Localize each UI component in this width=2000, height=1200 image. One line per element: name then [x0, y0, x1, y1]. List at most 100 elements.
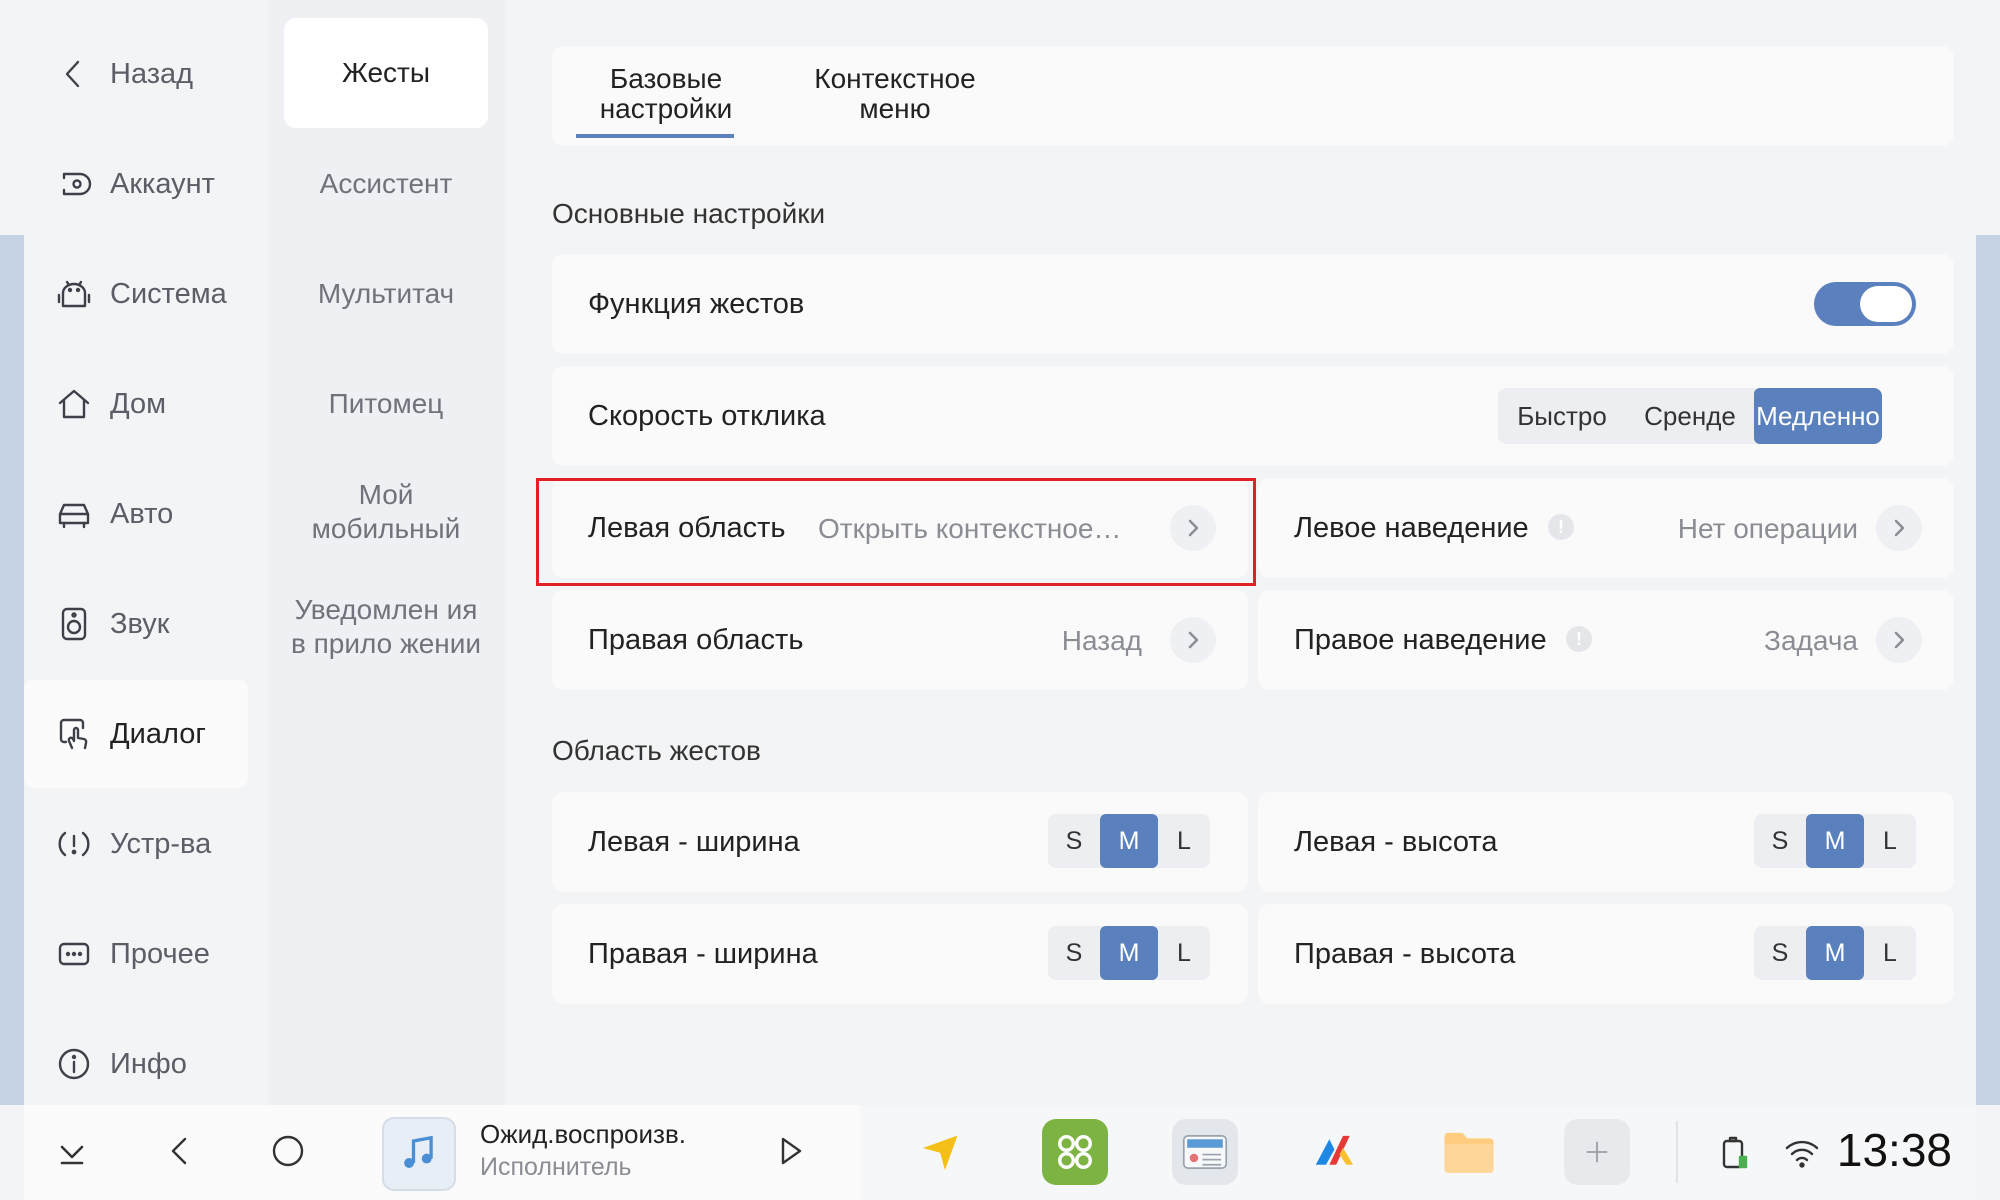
left-height-label: Левая - высота [1294, 826, 1498, 858]
nav-item-label: Дом [110, 387, 167, 420]
info-icon[interactable]: ! [1548, 514, 1574, 540]
triangle-back-icon [160, 1131, 200, 1176]
nav-item-system[interactable]: Система [24, 240, 248, 348]
right-height-label: Правая - высота [1294, 938, 1516, 970]
nav-home-button[interactable] [262, 1127, 314, 1179]
nav-back-button[interactable] [154, 1127, 206, 1179]
subnav-item-assistant[interactable]: Ассистент [284, 130, 488, 238]
response-speed-row: Скорость отклика Быстро Сренде Медленно [552, 366, 1954, 466]
back-button[interactable]: Назад [24, 20, 248, 128]
size-option-l[interactable]: L [1864, 926, 1916, 980]
right-height-size-selector: S M L [1754, 926, 1916, 980]
section-title-area: Область жестов [552, 735, 761, 766]
subnav-item-gestures[interactable]: Жесты [284, 18, 488, 128]
right-width-size-selector: S M L [1048, 926, 1210, 980]
touch-gesture-icon [54, 714, 94, 754]
size-option-m[interactable]: M [1806, 814, 1864, 868]
size-option-s[interactable]: S [1754, 926, 1806, 980]
back-label: Назад [110, 57, 194, 90]
right-width-label: Правая - ширина [588, 938, 818, 970]
size-option-l[interactable]: L [1158, 814, 1210, 868]
size-option-l[interactable]: L [1864, 814, 1916, 868]
nav-item-home[interactable]: Дом [24, 350, 248, 458]
subnav-item-my-mobile[interactable]: Мой мобильный [284, 470, 488, 554]
track-title: Ожид.воспроизв. [480, 1119, 686, 1149]
chevron-down-icon [52, 1131, 92, 1176]
left-hover-value: Нет операции [1677, 513, 1858, 544]
highlight-box [536, 478, 1256, 586]
radio-app-icon[interactable] [1172, 1119, 1238, 1185]
nav-item-auto[interactable]: Авто [24, 460, 248, 568]
size-option-m[interactable]: M [1806, 926, 1864, 980]
navigation-app-icon[interactable] [908, 1119, 974, 1185]
right-edge-strip [1976, 235, 2000, 1105]
account-icon [54, 164, 94, 204]
left-width-row: Левая - ширина S M L [552, 792, 1248, 892]
nav-item-label: Инфо [110, 1047, 187, 1080]
left-width-size-selector: S M L [1048, 814, 1210, 868]
subnav-item-app-notifications[interactable]: Уведомлен ия в прило жении [284, 572, 488, 682]
gesture-function-toggle[interactable] [1814, 282, 1916, 326]
right-area-row[interactable]: Правая область Назад [552, 590, 1248, 690]
chevron-right-icon [1170, 617, 1216, 663]
nav-item-dialog[interactable]: Диалог [24, 680, 248, 788]
file-manager-icon[interactable] [1436, 1119, 1502, 1185]
app-grid-icon[interactable] [1042, 1119, 1108, 1185]
chevron-left-icon [54, 54, 94, 94]
speaker-icon [54, 604, 94, 644]
right-area-value: Назад [1061, 625, 1142, 656]
nav-item-label: Прочее [110, 937, 210, 970]
chevron-right-icon [1876, 617, 1922, 663]
add-app-icon[interactable] [1564, 1119, 1630, 1185]
subnav-item-multitouch[interactable]: Мультитач [284, 240, 488, 348]
android-icon [54, 274, 94, 314]
track-artist: Исполнитель [480, 1153, 632, 1181]
album-art[interactable] [382, 1117, 456, 1191]
nav-item-info[interactable]: Инфо [24, 1010, 248, 1118]
taskbar-media-area: Ожид.воспроизв. Исполнитель [24, 1105, 860, 1200]
gesture-function-label: Функция жестов [588, 288, 805, 320]
nav-item-devices[interactable]: Устр-ва [24, 790, 248, 898]
play-icon [770, 1131, 810, 1176]
right-hover-value: Задача [1764, 625, 1858, 656]
right-hover-row[interactable]: Правое наведение ! Задача [1258, 590, 1954, 690]
circle-home-icon [268, 1131, 308, 1176]
battery-icon [1708, 1127, 1760, 1179]
size-option-s[interactable]: S [1048, 814, 1100, 868]
car-icon [54, 494, 94, 534]
speed-segmented-control: Быстро Сренде Медленно [1498, 388, 1882, 444]
collapse-button[interactable] [46, 1127, 98, 1179]
info-icon[interactable]: ! [1566, 626, 1592, 652]
size-option-l[interactable]: L [1158, 926, 1210, 980]
tab-basic-settings[interactable]: Базовые настройки [552, 64, 780, 124]
nav-item-label: Авто [110, 497, 174, 530]
more-icon [54, 934, 94, 974]
home-icon [54, 384, 94, 424]
nav-item-account[interactable]: Аккаунт [24, 130, 248, 238]
nav-item-other[interactable]: Прочее [24, 900, 248, 1008]
size-option-s[interactable]: S [1048, 926, 1100, 980]
left-hover-row[interactable]: Левое наведение ! Нет операции [1258, 478, 1954, 578]
right-area-label: Правая область [588, 624, 804, 656]
size-option-s[interactable]: S [1754, 814, 1806, 868]
right-width-row: Правая - ширина S M L [552, 904, 1248, 1004]
speed-option-slow[interactable]: Медленно [1754, 388, 1882, 444]
clock: 13:38 [1836, 1124, 1952, 1176]
play-button[interactable] [764, 1127, 816, 1179]
media-app-icon[interactable] [1304, 1119, 1370, 1185]
size-option-m[interactable]: M [1100, 926, 1158, 980]
tab-context-menu[interactable]: Контекстное меню [781, 64, 1009, 124]
size-option-m[interactable]: M [1100, 814, 1158, 868]
nav-item-label: Устр-ва [110, 827, 212, 860]
left-width-label: Левая - ширина [588, 826, 800, 858]
nav-item-label: Диалог [110, 717, 206, 750]
speed-option-fast[interactable]: Быстро [1498, 388, 1626, 444]
subnav-item-pet[interactable]: Питомец [284, 350, 488, 458]
nav-item-sound[interactable]: Звук [24, 570, 248, 678]
speed-option-medium[interactable]: Сренде [1626, 388, 1754, 444]
left-height-row: Левая - высота S M L [1258, 792, 1954, 892]
toggle-knob [1860, 286, 1912, 322]
nav-item-label: Система [110, 277, 227, 310]
left-height-size-selector: S M L [1754, 814, 1916, 868]
music-note-icon [397, 1130, 441, 1179]
